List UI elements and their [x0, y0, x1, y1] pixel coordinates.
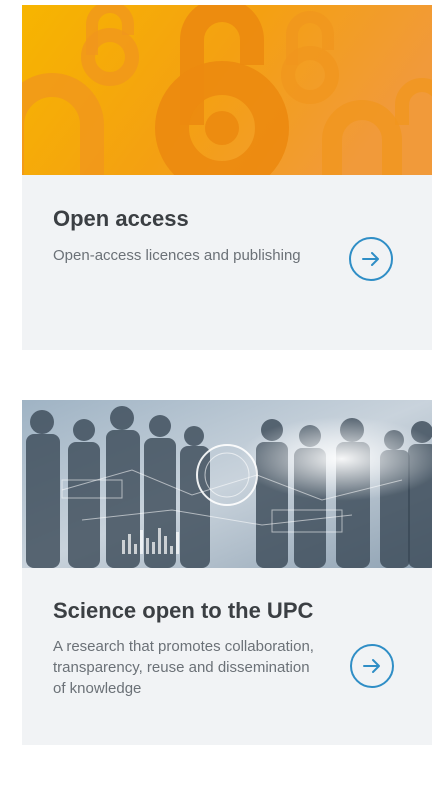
- open-access-arrow-button[interactable]: [349, 237, 393, 281]
- arrow-right-icon: [363, 659, 380, 673]
- open-access-lock-icon: [22, 5, 432, 175]
- arrow-right-icon: [362, 252, 379, 266]
- card-title[interactable]: Science open to the UPC: [53, 597, 353, 625]
- card-description: A research that promotes collaboration, …: [53, 638, 314, 697]
- people-network-photo: [22, 400, 432, 568]
- card-title[interactable]: Open access: [53, 205, 353, 233]
- card-open-science[interactable]: Science open to the UPC A research that …: [22, 400, 432, 745]
- card-open-access[interactable]: Open access Open-access licences and pub…: [22, 5, 432, 350]
- card-description: Open-access licences and publishing: [53, 247, 301, 264]
- open-science-arrow-button[interactable]: [350, 644, 394, 688]
- open-science-banner-image: [22, 400, 432, 568]
- open-access-banner-image: [22, 5, 432, 175]
